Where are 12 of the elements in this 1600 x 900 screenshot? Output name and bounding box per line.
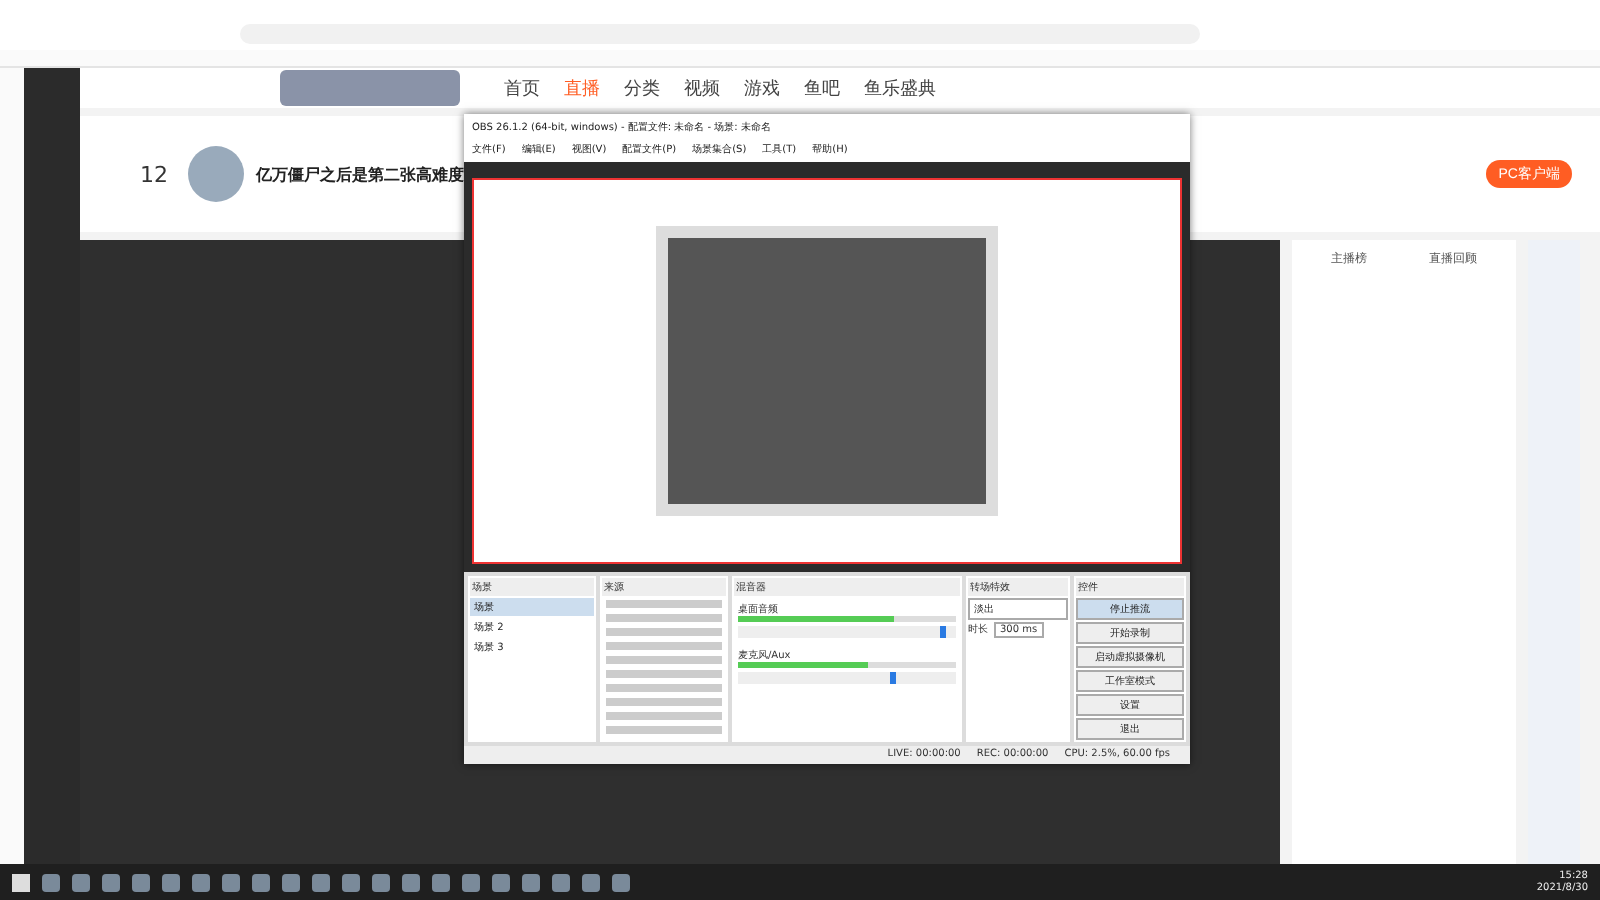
follower-count: 12 <box>140 161 168 187</box>
nav-link[interactable]: 首页 <box>504 75 540 101</box>
nav-link[interactable]: 视频 <box>684 75 720 101</box>
nav-link[interactable]: 分类 <box>624 75 660 101</box>
room-title: 亿万僵尸之后是第二张高难度 <box>256 163 464 185</box>
avatar <box>188 146 244 202</box>
volume-slider[interactable] <box>738 671 956 684</box>
nav-link[interactable]: 鱼乐盛典 <box>864 75 936 101</box>
nav-link[interactable]: 游戏 <box>744 75 780 101</box>
volume-slider[interactable] <box>738 625 956 638</box>
nav-link[interactable]: 鱼吧 <box>804 75 840 101</box>
windows-start-icon[interactable] <box>12 873 30 891</box>
